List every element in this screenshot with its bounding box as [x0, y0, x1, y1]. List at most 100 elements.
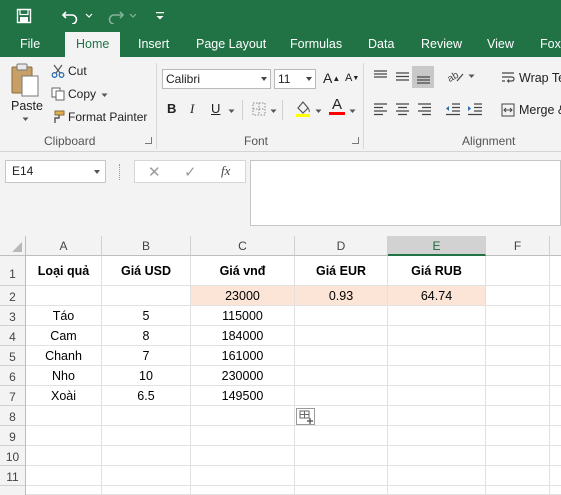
- cell-a2[interactable]: [26, 286, 102, 306]
- clipboard-launcher-icon[interactable]: [145, 137, 152, 144]
- copy-dropdown-icon[interactable]: [101, 87, 108, 101]
- format-painter-button[interactable]: Format Painter: [51, 109, 147, 125]
- name-box[interactable]: E14: [5, 160, 106, 183]
- save-icon[interactable]: [12, 0, 36, 32]
- column-header-g[interactable]: [550, 236, 561, 256]
- bold-button[interactable]: B: [167, 101, 176, 116]
- empty-cell[interactable]: [388, 346, 486, 366]
- italic-button[interactable]: I: [190, 101, 194, 117]
- font-size-select[interactable]: 11: [274, 69, 316, 89]
- borders-icon[interactable]: [252, 102, 266, 116]
- shrink-font-button[interactable]: A ▼: [345, 72, 359, 84]
- cell-b6[interactable]: 10: [102, 366, 191, 386]
- empty-cell[interactable]: [102, 486, 191, 495]
- cell-a6[interactable]: Nho: [26, 366, 102, 386]
- empty-cell[interactable]: [26, 406, 102, 426]
- column-header-f[interactable]: F: [486, 236, 550, 256]
- empty-cell[interactable]: [295, 366, 388, 386]
- resize-handle[interactable]: [119, 164, 121, 180]
- empty-cell[interactable]: [388, 406, 486, 426]
- redo-dropdown-icon[interactable]: [128, 0, 138, 32]
- empty-cell[interactable]: [388, 446, 486, 466]
- cell-g1[interactable]: [550, 256, 561, 286]
- undo-dropdown-icon[interactable]: [84, 0, 94, 32]
- quick-analysis-icon[interactable]: [296, 408, 315, 425]
- cell-a7[interactable]: Xoài: [26, 386, 102, 406]
- empty-cell[interactable]: [486, 446, 550, 466]
- empty-cell[interactable]: [102, 466, 191, 486]
- empty-cell[interactable]: [295, 466, 388, 486]
- cell-a3[interactable]: Táo: [26, 306, 102, 326]
- tab-foxit[interactable]: Foxit: [540, 32, 561, 57]
- empty-cell[interactable]: [550, 426, 561, 446]
- cell-a1[interactable]: Loại quả: [26, 256, 102, 286]
- row-header[interactable]: 3: [0, 306, 26, 326]
- row-header[interactable]: 2: [0, 286, 26, 306]
- cell-a4[interactable]: Cam: [26, 326, 102, 346]
- tab-review[interactable]: Review: [421, 32, 462, 57]
- cell-g2[interactable]: [550, 286, 561, 306]
- cell-e2[interactable]: 64.74: [388, 286, 486, 306]
- row-header[interactable]: 1: [0, 256, 26, 286]
- column-header-d[interactable]: D: [295, 236, 388, 256]
- empty-cell[interactable]: [550, 366, 561, 386]
- empty-cell[interactable]: [102, 446, 191, 466]
- cell-d1[interactable]: Giá EUR: [295, 256, 388, 286]
- cell-b2[interactable]: [102, 286, 191, 306]
- empty-cell[interactable]: [388, 326, 486, 346]
- empty-cell[interactable]: [295, 346, 388, 366]
- merge-center-button[interactable]: Merge &: [501, 101, 561, 119]
- font-color-dropdown-icon[interactable]: [349, 109, 356, 114]
- empty-cell[interactable]: [388, 486, 486, 495]
- underline-button[interactable]: U: [211, 101, 220, 116]
- align-middle-icon[interactable]: [395, 70, 410, 83]
- insert-function-button[interactable]: fx: [221, 163, 230, 179]
- cell-b7[interactable]: 6.5: [102, 386, 191, 406]
- enter-button[interactable]: ✓: [184, 163, 197, 181]
- row-header[interactable]: 6: [0, 366, 26, 386]
- empty-cell[interactable]: [550, 306, 561, 326]
- undo-icon[interactable]: [58, 0, 82, 32]
- empty-cell[interactable]: [550, 326, 561, 346]
- row-header[interactable]: 5: [0, 346, 26, 366]
- cut-button[interactable]: Cut: [51, 63, 87, 79]
- empty-cell[interactable]: [388, 386, 486, 406]
- underline-dropdown-icon[interactable]: [228, 109, 235, 114]
- align-bottom-icon[interactable]: [412, 66, 434, 88]
- row-header[interactable]: [0, 486, 26, 495]
- grow-font-button[interactable]: A ▲: [323, 70, 340, 86]
- empty-cell[interactable]: [550, 386, 561, 406]
- orientation-dropdown-icon[interactable]: [468, 74, 475, 79]
- font-family-select[interactable]: Calibri: [162, 69, 271, 89]
- cell-c6[interactable]: 230000: [191, 366, 295, 386]
- empty-cell[interactable]: [26, 466, 102, 486]
- empty-cell[interactable]: [295, 326, 388, 346]
- cell-f2[interactable]: [486, 286, 550, 306]
- empty-cell[interactable]: [295, 446, 388, 466]
- empty-cell[interactable]: [295, 306, 388, 326]
- cell-b3[interactable]: 5: [102, 306, 191, 326]
- row-header[interactable]: 11: [0, 466, 26, 486]
- row-header[interactable]: 4: [0, 326, 26, 346]
- decrease-indent-icon[interactable]: [445, 103, 461, 116]
- row-header[interactable]: 9: [0, 426, 26, 446]
- row-header[interactable]: 7: [0, 386, 26, 406]
- empty-cell[interactable]: [191, 486, 295, 495]
- tab-page-layout[interactable]: Page Layout: [196, 32, 266, 57]
- row-header[interactable]: 8: [0, 406, 26, 426]
- empty-cell[interactable]: [295, 486, 388, 495]
- paste-dropdown-icon[interactable]: [22, 117, 29, 122]
- empty-cell[interactable]: [550, 406, 561, 426]
- empty-cell[interactable]: [102, 406, 191, 426]
- empty-cell[interactable]: [26, 446, 102, 466]
- borders-dropdown-icon[interactable]: [270, 109, 277, 114]
- empty-cell[interactable]: [26, 426, 102, 446]
- empty-cell[interactable]: [191, 466, 295, 486]
- cell-c2[interactable]: 23000: [191, 286, 295, 306]
- empty-cell[interactable]: [550, 346, 561, 366]
- fill-color-dropdown-icon[interactable]: [315, 109, 322, 114]
- fill-color-icon[interactable]: [294, 99, 312, 117]
- tab-insert[interactable]: Insert: [138, 32, 169, 57]
- cell-e1[interactable]: Giá RUB: [388, 256, 486, 286]
- empty-cell[interactable]: [486, 346, 550, 366]
